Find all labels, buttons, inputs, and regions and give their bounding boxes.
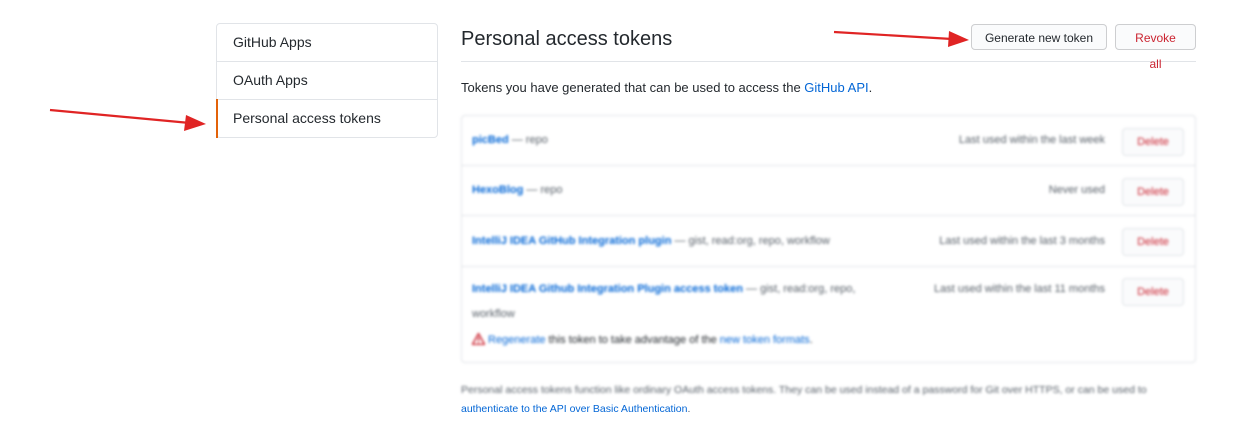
token-last-used: Never used (1048, 184, 1105, 196)
token-name-link[interactable]: IntelliJ IDEA GitHub Integration plugin … (472, 235, 830, 247)
token-row: IntelliJ IDEA Github Integration Plugin … (462, 266, 1195, 363)
alert-icon (471, 332, 486, 348)
delete-token-button[interactable]: Delete (1122, 278, 1184, 306)
token-name-link[interactable]: HexoBlog — repo (472, 184, 562, 196)
github-api-link[interactable]: GitHub API (804, 80, 868, 95)
sidebar-item-label: OAuth Apps (233, 72, 308, 88)
intro-text-end: . (868, 80, 873, 95)
token-list: picBed — repo Last used within the last … (461, 115, 1196, 363)
regenerate-text: this token to take advantage of the (545, 334, 720, 346)
regenerate-notice: Regenerate this token to take advantage … (471, 332, 813, 348)
token-name-link[interactable]: picBed — repo (472, 134, 548, 146)
arrow-annotation-icon (833, 30, 969, 47)
token-last-used: Last used within the last 3 months (939, 235, 1105, 247)
token-scopes-wrap: workflow (472, 308, 515, 320)
intro-text-body: Tokens you have generated that can be us… (461, 80, 805, 95)
page-title: Personal access tokens (461, 28, 673, 50)
token-name[interactable]: HexoBlog (472, 184, 523, 196)
token-scopes: — gist, read:org, repo, workflow (671, 235, 830, 247)
footnote-end: . (687, 403, 691, 415)
settings-sidebar: GitHub Apps OAuth Apps Personal access t… (216, 23, 438, 138)
intro-text: Tokens you have generated that can be us… (461, 80, 872, 95)
token-scopes: — repo (523, 184, 563, 196)
footnote-text: Personal access tokens function like ord… (461, 384, 1147, 396)
token-scopes: workflow (472, 308, 515, 320)
sidebar-item-personal-access-tokens[interactable]: Personal access tokens (216, 99, 437, 138)
basic-auth-link[interactable]: authenticate to the API over Basic Authe… (461, 403, 687, 415)
arrow-annotation-icon (49, 108, 206, 131)
token-row: picBed — repo Last used within the last … (462, 116, 1195, 165)
main-content: Personal access tokens Generate new toke… (461, 23, 1196, 415)
token-last-used: Last used within the last week (958, 134, 1105, 146)
sidebar-item-github-apps[interactable]: GitHub Apps (217, 24, 437, 61)
token-scopes: — repo (508, 134, 548, 146)
sidebar-item-oauth-apps[interactable]: OAuth Apps (217, 61, 437, 99)
token-name-link[interactable]: IntelliJ IDEA Github Integration Plugin … (472, 283, 855, 295)
regenerate-end: . (809, 334, 813, 346)
footnote: Personal access tokens function like ord… (461, 381, 1196, 419)
token-scopes: — gist, read:org, repo, (742, 283, 856, 295)
token-name[interactable]: picBed (472, 134, 509, 146)
token-row: IntelliJ IDEA GitHub Integration plugin … (462, 215, 1195, 267)
new-token-formats-link[interactable]: new token formats (720, 334, 810, 346)
sidebar-item-label: Personal access tokens (233, 110, 381, 126)
token-row: HexoBlog — repo Never used Delete (462, 165, 1195, 216)
regenerate-link[interactable]: Regenerate (488, 334, 546, 346)
sidebar-item-label: GitHub Apps (233, 34, 312, 50)
token-name[interactable]: IntelliJ IDEA Github Integration Plugin … (472, 283, 743, 295)
delete-token-button[interactable]: Delete (1122, 228, 1184, 256)
page-header: Personal access tokens Generate new toke… (461, 23, 1196, 71)
token-last-used: Last used within the last 11 months (933, 283, 1105, 295)
revoke-all-button[interactable]: Revoke all (1115, 24, 1196, 71)
delete-token-button[interactable]: Delete (1122, 128, 1184, 156)
delete-token-button[interactable]: Delete (1122, 178, 1184, 206)
generate-new-token-button[interactable]: Generate new token (971, 24, 1107, 50)
token-name[interactable]: IntelliJ IDEA GitHub Integration plugin (472, 235, 671, 247)
